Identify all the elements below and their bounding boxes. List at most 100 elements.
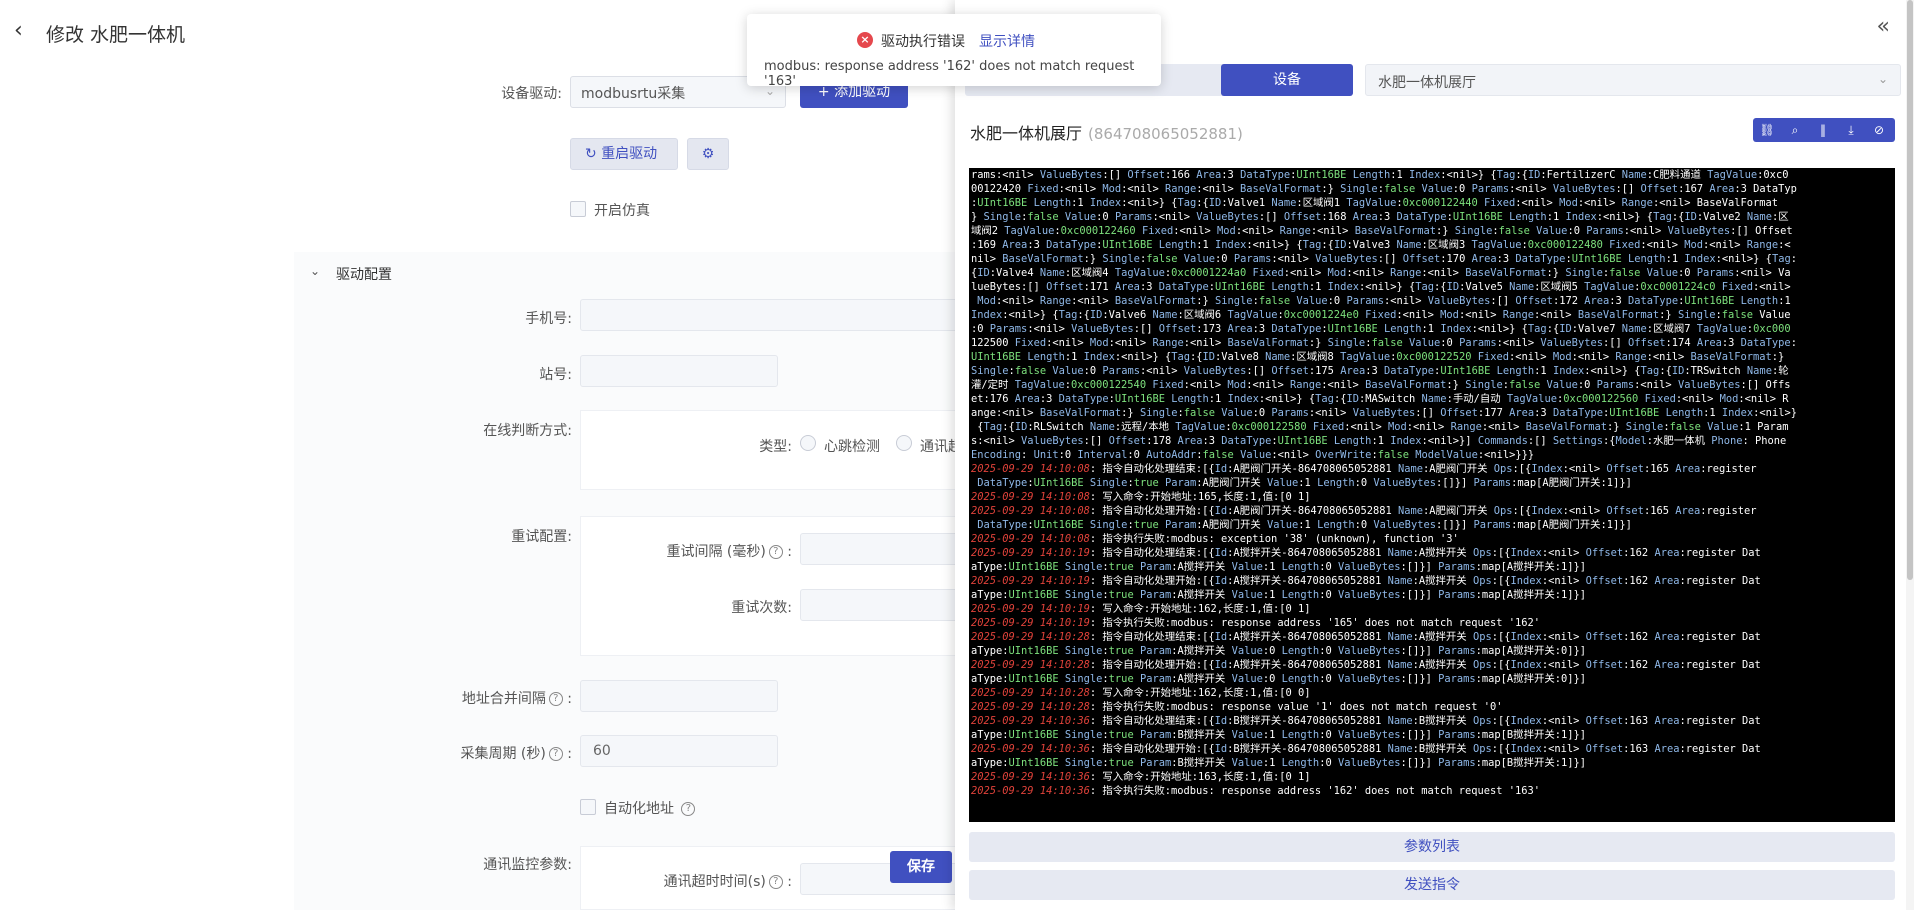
restart-driver-button[interactable]: ↻ 重启驱动 xyxy=(570,138,678,170)
console-toolbar: ⛓ ⌕ ‖ ⤓ ⊘ xyxy=(1753,118,1895,142)
driver-config-title: 驱动配置 xyxy=(336,267,392,283)
log-line: } Single:false Value:0 Params:<nil> Valu… xyxy=(971,211,1789,223)
log-line: Single:false Value:0 Params:<nil> ValueB… xyxy=(971,365,1789,377)
param-list-button[interactable]: 参数列表 xyxy=(969,832,1895,862)
retry-config-label: 重试配置: xyxy=(511,529,572,545)
pause-icon[interactable]: ‖ xyxy=(1809,118,1837,142)
comm-radio[interactable] xyxy=(896,435,912,451)
auto-addr-label: 自动化地址 ? xyxy=(604,798,696,818)
log-line: 2025-09-29 14:10:19: 指令执行失败:modbus: resp… xyxy=(971,617,1541,629)
log-line: :UInt16BE Length:1 Index:<nil>} {Tag:{ID… xyxy=(971,197,1779,209)
device-name: 水肥一体机展厅 xyxy=(970,124,1083,143)
driver-select-value: modbusrtu采集 xyxy=(581,86,686,102)
log-line: :169 Area:3 DataType:UInt16BE Length:1 I… xyxy=(971,239,1791,251)
log-line: rams:<nil> ValueBytes:[] Offset:166 Area… xyxy=(971,169,1789,181)
station-label: 站号: xyxy=(539,367,572,383)
send-command-button[interactable]: 发送指令 xyxy=(969,870,1895,900)
comm-monitor-label: 通讯监控参数: xyxy=(483,857,572,873)
log-line: aType:UInt16BE Single:true Param:A搅拌开关 V… xyxy=(971,645,1587,657)
log-line: 2025-09-29 14:10:28: 写入命令:开始地址:162,长度:1,… xyxy=(971,687,1311,699)
page-title: 修改 水肥一体机 xyxy=(46,24,186,46)
log-line: et:176 Area:3 DataType:UInt16BE Length:1… xyxy=(971,393,1789,405)
log-line: lueBytes:[] Offset:171 Area:3 DataType:U… xyxy=(971,281,1791,293)
phone-input[interactable] xyxy=(580,299,964,331)
log-line: 灌/定时 TagValue:0xc000122540 Fixed:<nil> M… xyxy=(971,379,1791,391)
error-toast: × 驱动执行错误 显示详情 modbus: response address '… xyxy=(747,14,1161,89)
search-icon[interactable]: ⌕ xyxy=(1781,118,1809,142)
log-line: 2025-09-29 14:10:28: 指令自动化处理结束:[{Id:A搅拌开… xyxy=(971,631,1761,643)
download-icon[interactable]: ⤓ xyxy=(1837,118,1865,142)
log-line: {Tag:{ID:RLSwitch Name:远程/本地 TagValue:0x… xyxy=(971,421,1789,433)
retry-interval-label: 重试间隔 (毫秒)? : xyxy=(666,544,792,560)
device-select[interactable]: 水肥一体机展厅 ⌄ xyxy=(1365,64,1901,96)
device-select-value: 水肥一体机展厅 xyxy=(1378,75,1476,91)
addr-merge-label: 地址合并间隔? : xyxy=(461,691,572,707)
log-line: Encoding: Unit:0 Interval:0 AutoAddr:fal… xyxy=(971,449,1535,461)
heartbeat-radio[interactable] xyxy=(800,435,816,451)
log-line: ange:<nil> BaseValFormat:} Single:false … xyxy=(971,407,1797,419)
tab-device[interactable]: 设备 xyxy=(1221,64,1353,96)
help-icon[interactable]: ? xyxy=(548,747,563,761)
log-console[interactable]: rams:<nil> ValueBytes:[] Offset:166 Area… xyxy=(969,168,1895,822)
link-icon[interactable]: ⛓ xyxy=(1753,118,1781,142)
toast-title: 驱动执行错误 xyxy=(881,34,965,50)
log-line: :0 Params:<nil> ValueBytes:[] Offset:173… xyxy=(971,323,1791,335)
simulation-label: 开启仿真 xyxy=(594,203,650,219)
log-line: aType:UInt16BE Single:true Param:B搅拌开关 V… xyxy=(971,729,1587,741)
log-line: 2025-09-29 14:10:28: 指令自动化处理开始:[{Id:A搅拌开… xyxy=(971,659,1761,671)
restart-driver-label: 重启驱动 xyxy=(601,146,658,162)
log-line: Mod:<nil> Range:<nil> BaseValFormat:} Si… xyxy=(977,295,1791,307)
chevron-left-icon[interactable]: ‹ xyxy=(14,20,30,42)
log-line: {ID:Valve4 Name:区域阀4 TagValue:0xc0001224… xyxy=(971,267,1791,279)
toast-message: modbus: response address '162' does not … xyxy=(764,59,1135,89)
error-circle-icon: × xyxy=(857,32,873,48)
online-check-label: 在线判断方式: xyxy=(483,423,572,439)
log-line: 00122420 Fixed:<nil> Mod:<nil> Range:<ni… xyxy=(971,183,1797,195)
collect-period-input[interactable]: 60 xyxy=(580,735,778,767)
retry-count-label: 重试次数: xyxy=(731,600,792,616)
debug-button[interactable]: ⚙ xyxy=(687,138,729,170)
heartbeat-label: 心跳检测 xyxy=(824,439,880,455)
scrollbar-thumb[interactable] xyxy=(1907,0,1913,580)
log-line: DataType:UInt16BE Single:true Param:A肥阀门… xyxy=(977,519,1632,531)
log-line: s:<nil> ValueBytes:[] Offset:178 Area:3 … xyxy=(971,435,1787,447)
comm-timeout-label: 通讯超时时间(s)? : xyxy=(663,874,792,890)
log-line: aType:UInt16BE Single:true Param:A搅拌开关 V… xyxy=(971,589,1587,601)
chevron-down-icon[interactable]: ⌄ xyxy=(310,264,320,278)
device-heading: 水肥一体机展厅 (864708065052881) xyxy=(970,120,1243,144)
log-line: nil> BaseValFormat:} Single:false Value:… xyxy=(971,253,1797,265)
log-line: 2025-09-29 14:10:19: 写入命令:开始地址:162,长度:1,… xyxy=(971,603,1311,615)
help-icon[interactable]: ? xyxy=(548,692,563,706)
bug-icon: ⚙ xyxy=(701,146,715,162)
log-line: UInt16BE Length:1 Index:<nil>} {Tag:{ID:… xyxy=(971,351,1785,363)
help-icon[interactable]: ? xyxy=(768,545,783,559)
station-input[interactable] xyxy=(580,355,778,387)
log-line: aType:UInt16BE Single:true Param:A搅拌开关 V… xyxy=(971,673,1587,685)
log-line: 2025-09-29 14:10:19: 指令自动化处理开始:[{Id:A搅拌开… xyxy=(971,575,1761,587)
chevron-down-icon: ⌄ xyxy=(1877,72,1888,86)
help-icon[interactable]: ? xyxy=(768,875,783,889)
log-line: 2025-09-29 14:10:36: 指令执行失败:modbus: resp… xyxy=(971,785,1541,797)
addr-merge-input[interactable] xyxy=(580,680,778,712)
help-icon[interactable]: ? xyxy=(681,802,696,816)
type-label: 类型: xyxy=(759,439,792,455)
log-line: 2025-09-29 14:10:19: 指令自动化处理结束:[{Id:A搅拌开… xyxy=(971,547,1761,559)
simulation-checkbox[interactable] xyxy=(570,201,586,217)
auto-addr-checkbox[interactable] xyxy=(580,799,596,815)
log-line: 2025-09-29 14:10:08: 指令自动化处理开始:[{Id:A肥阀门… xyxy=(971,505,1757,517)
scrollbar[interactable] xyxy=(1906,0,1914,910)
double-chevron-left-icon[interactable]: « xyxy=(1877,14,1890,39)
log-line: 域阀2 TagValue:0xc000122460 Fixed:<nil> Mo… xyxy=(971,225,1793,237)
clear-icon[interactable]: ⊘ xyxy=(1865,118,1893,142)
log-line: aType:UInt16BE Single:true Param:B搅拌开关 V… xyxy=(971,757,1587,769)
show-details-link[interactable]: 显示详情 xyxy=(979,31,1035,51)
log-line: 2025-09-29 14:10:36: 指令自动化处理结束:[{Id:B搅拌开… xyxy=(971,715,1761,727)
retry-count-input[interactable] xyxy=(800,589,964,621)
device-id: (864708065052881) xyxy=(1088,125,1243,143)
log-line: Index:<nil>} {Tag:{ID:Valve6 Name:区域阀6 T… xyxy=(971,309,1791,321)
save-button[interactable]: 保存 xyxy=(890,851,952,883)
log-line: DataType:UInt16BE Single:true Param:A肥阀门… xyxy=(977,477,1632,489)
retry-interval-input[interactable] xyxy=(800,533,964,565)
log-line: 2025-09-29 14:10:36: 指令自动化处理开始:[{Id:B搅拌开… xyxy=(971,743,1761,755)
log-line: 122500 Fixed:<nil> Mod:<nil> Range:<nil>… xyxy=(971,337,1797,349)
